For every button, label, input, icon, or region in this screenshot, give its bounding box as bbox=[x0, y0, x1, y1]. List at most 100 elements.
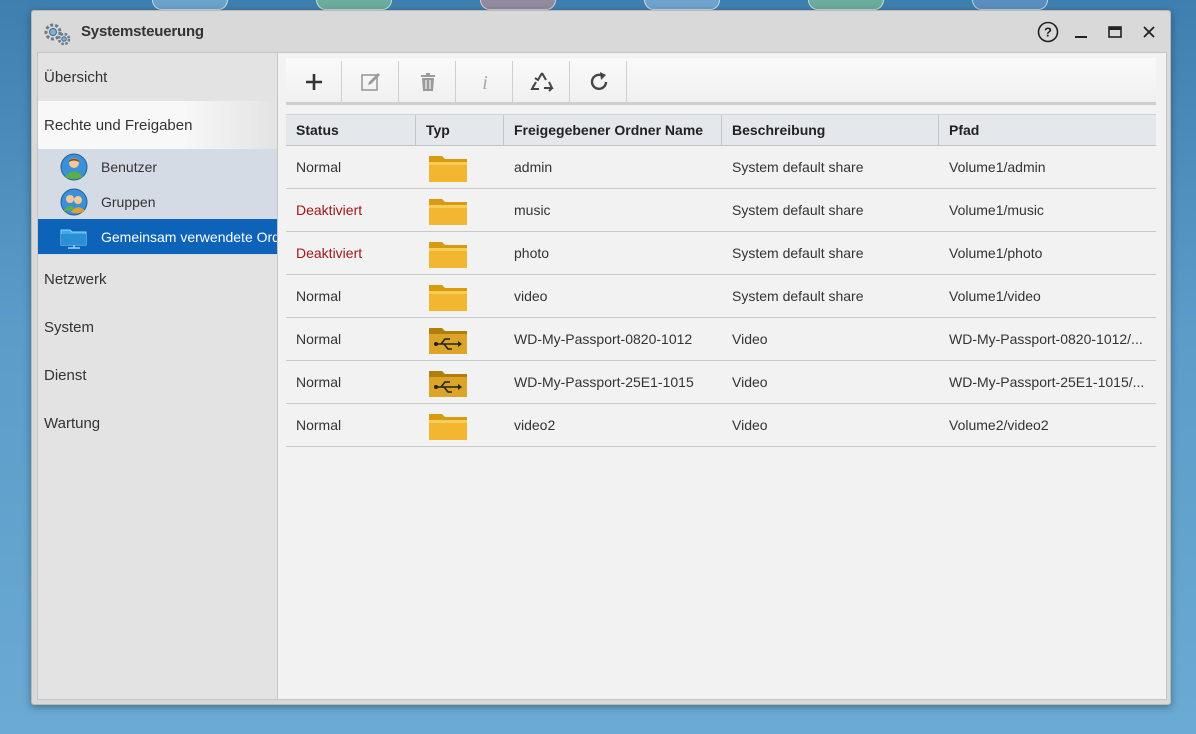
info-button[interactable]: i bbox=[457, 61, 513, 103]
folder-name-cell: photo bbox=[514, 245, 550, 261]
edit-button[interactable] bbox=[343, 61, 399, 103]
sidebar-item-label: Übersicht bbox=[44, 68, 108, 86]
folder-name-cell: admin bbox=[514, 159, 553, 175]
main-panel: i Status Typ Freigegebener Ordner Name B… bbox=[286, 53, 1156, 699]
sidebar-subitem-label: Benutzer bbox=[101, 159, 158, 175]
usb-folder-icon bbox=[429, 371, 467, 397]
path-cell: Volume1/photo bbox=[949, 245, 1043, 261]
desktop-tab bbox=[644, 0, 720, 10]
column-header-description[interactable]: Beschreibung bbox=[722, 115, 939, 146]
folder-icon bbox=[429, 414, 467, 440]
help-icon: ? bbox=[1037, 21, 1059, 43]
sidebar-subitem-groups[interactable]: Gruppen bbox=[38, 184, 277, 219]
desktop-tab bbox=[152, 0, 228, 10]
table-row[interactable]: Normal video System default share Volume… bbox=[286, 275, 1156, 318]
sidebar-item-label: Wartung bbox=[44, 414, 101, 432]
sidebar-subitem-label: Gemeinsam verwendete Ord bbox=[101, 229, 277, 245]
add-button[interactable] bbox=[286, 61, 342, 103]
sidebar-item-privileges[interactable]: Rechte und Freigaben bbox=[38, 101, 277, 149]
desktop-tab bbox=[972, 0, 1048, 10]
folder-name-cell: video2 bbox=[514, 417, 556, 433]
status-cell: Normal bbox=[296, 288, 342, 304]
content-area: Übersicht Rechte und Freigaben Benutzer bbox=[37, 52, 1167, 700]
refresh-button[interactable] bbox=[571, 61, 627, 103]
sidebar-item-label: Rechte und Freigaben bbox=[44, 116, 193, 134]
status-cell: Normal bbox=[296, 159, 342, 175]
folder-icon bbox=[429, 285, 467, 311]
column-header-name[interactable]: Freigegebener Ordner Name bbox=[504, 115, 722, 146]
status-cell: Deaktiviert bbox=[296, 245, 363, 261]
delete-icon bbox=[420, 73, 435, 91]
status-cell: Normal bbox=[296, 417, 342, 433]
folder-name-cell: music bbox=[514, 202, 551, 218]
table-header: Status Typ Freigegebener Ordner Name Bes… bbox=[286, 114, 1156, 146]
description-cell: System default share bbox=[732, 288, 864, 304]
path-cell: Volume1/video bbox=[949, 288, 1041, 304]
description-cell: Video bbox=[732, 374, 768, 390]
recycle-icon bbox=[529, 72, 554, 92]
folder-icon bbox=[429, 156, 467, 182]
sidebar-subitem-users[interactable]: Benutzer bbox=[38, 149, 277, 184]
sidebar-submenu: Benutzer Gruppen Gemeinsam verwendete Or… bbox=[38, 149, 277, 255]
path-cell: WD-My-Passport-25E1-1015/... bbox=[949, 374, 1145, 390]
minimize-button[interactable] bbox=[1073, 21, 1089, 43]
maximize-icon bbox=[1108, 26, 1122, 38]
sidebar-item-network[interactable]: Netzwerk bbox=[38, 255, 277, 303]
folder-name-cell: WD-My-Passport-0820-1012 bbox=[514, 331, 693, 347]
help-button[interactable]: ? bbox=[1037, 21, 1059, 43]
status-cell: Deaktiviert bbox=[296, 202, 363, 218]
shared-folder-icon bbox=[60, 229, 87, 249]
gears-icon bbox=[44, 23, 71, 46]
folder-name-cell: video bbox=[514, 288, 548, 304]
column-header-type[interactable]: Typ bbox=[416, 115, 504, 146]
delete-button[interactable] bbox=[400, 61, 456, 103]
path-cell: Volume1/admin bbox=[949, 159, 1046, 175]
sidebar-item-overview[interactable]: Übersicht bbox=[38, 53, 277, 101]
recycle-button[interactable] bbox=[514, 61, 570, 103]
edit-icon bbox=[360, 73, 380, 91]
desktop-tab bbox=[480, 0, 556, 10]
table-row[interactable]: Normal WD-My-Passport-0820-1012 Video WD… bbox=[286, 318, 1156, 361]
folder-icon bbox=[429, 199, 467, 225]
description-cell: System default share bbox=[732, 202, 864, 218]
sidebar-item-maintenance[interactable]: Wartung bbox=[38, 399, 277, 447]
info-icon: i bbox=[482, 72, 488, 93]
close-button[interactable] bbox=[1140, 21, 1158, 43]
desktop-tab bbox=[808, 0, 884, 10]
sidebar: Übersicht Rechte und Freigaben Benutzer bbox=[38, 53, 278, 699]
column-header-status[interactable]: Status bbox=[286, 115, 416, 146]
titlebar[interactable]: Systemsteuerung ? bbox=[32, 11, 1170, 52]
sidebar-subitem-label: Gruppen bbox=[101, 194, 156, 210]
close-icon bbox=[1143, 26, 1155, 38]
description-cell: Video bbox=[732, 331, 768, 347]
group-icon bbox=[60, 188, 88, 216]
folder-name-cell: WD-My-Passport-25E1-1015 bbox=[514, 374, 694, 390]
minimize-icon bbox=[1075, 36, 1087, 38]
sidebar-item-system[interactable]: System bbox=[38, 303, 277, 351]
column-header-path[interactable]: Pfad bbox=[939, 115, 1156, 146]
desktop-tab bbox=[316, 0, 392, 10]
sidebar-subitem-shared-folders[interactable]: Gemeinsam verwendete Ord bbox=[38, 219, 277, 254]
status-cell: Normal bbox=[296, 331, 342, 347]
sidebar-item-label: Netzwerk bbox=[44, 270, 107, 288]
usb-folder-icon bbox=[429, 328, 467, 354]
user-icon bbox=[60, 153, 88, 181]
control-panel-window: Systemsteuerung ? Übersicht Rechte und F… bbox=[31, 10, 1171, 705]
description-cell: System default share bbox=[732, 245, 864, 261]
path-cell: Volume1/music bbox=[949, 202, 1044, 218]
table-row[interactable]: Normal WD-My-Passport-25E1-1015 Video WD… bbox=[286, 361, 1156, 404]
toolbar: i bbox=[286, 58, 1156, 105]
description-cell: System default share bbox=[732, 159, 864, 175]
sidebar-item-label: Dienst bbox=[44, 366, 87, 384]
table-row[interactable]: Normal video2 Video Volume2/video2 bbox=[286, 404, 1156, 447]
refresh-icon bbox=[590, 72, 607, 91]
path-cell: Volume2/video2 bbox=[949, 417, 1049, 433]
maximize-button[interactable] bbox=[1107, 21, 1123, 43]
path-cell: WD-My-Passport-0820-1012/... bbox=[949, 331, 1143, 347]
sidebar-item-service[interactable]: Dienst bbox=[38, 351, 277, 399]
svg-text:i: i bbox=[482, 72, 488, 93]
table-row[interactable]: Deaktiviert music System default share V… bbox=[286, 189, 1156, 232]
window-title: Systemsteuerung bbox=[81, 23, 204, 40]
table-row[interactable]: Normal admin System default share Volume… bbox=[286, 146, 1156, 189]
table-row[interactable]: Deaktiviert photo System default share V… bbox=[286, 232, 1156, 275]
